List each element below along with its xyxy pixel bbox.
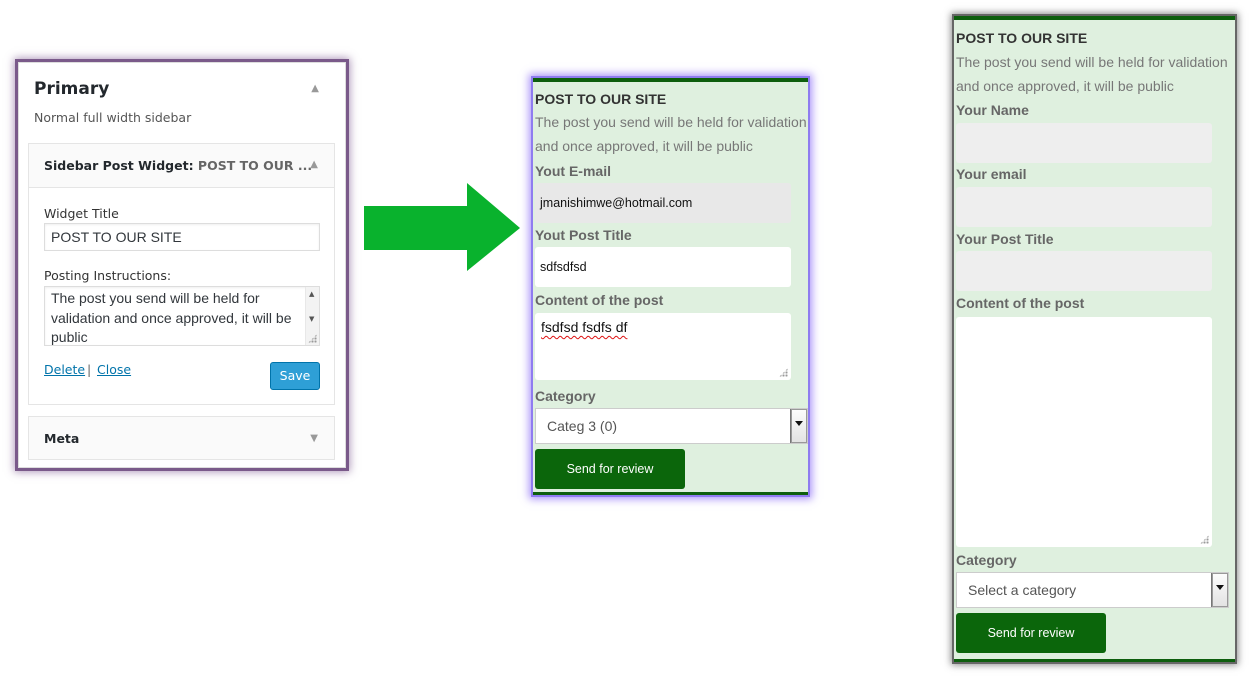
send-for-review-button[interactable]: Send for review — [956, 613, 1106, 653]
content-textarea[interactable]: fsdfsd fsdfs df — [535, 313, 791, 380]
post-title-label: Your Post Title — [956, 231, 1054, 247]
post-title-label: Yout Post Title — [535, 227, 632, 243]
content-text: fsdfsd fsdfs df — [541, 319, 628, 335]
form-title: POST TO OUR SITE — [956, 30, 1088, 46]
posting-instructions-text: The post you send will be held for valid… — [51, 290, 292, 345]
category-selected-value: Categ 3 (0) — [547, 418, 618, 434]
post-title-field[interactable]: sdfsdfsd — [535, 247, 791, 287]
meta-widget-header[interactable]: Meta ▼ — [29, 417, 334, 459]
widget-name: Sidebar Post Widget: POST TO OUR ... — [44, 158, 312, 173]
scroll-down-icon[interactable]: ▼ — [309, 315, 314, 323]
post-title-field[interactable] — [956, 251, 1212, 291]
form-description: The post you send will be held for valid… — [956, 54, 1228, 94]
post-form-filled: POST TO OUR SITE The post you send will … — [533, 78, 808, 495]
triangle-up-icon[interactable]: ▲ — [310, 159, 318, 170]
widget-title-label: Widget Title — [44, 206, 119, 221]
category-select[interactable]: Categ 3 (0) — [535, 408, 808, 444]
content-textarea[interactable] — [956, 317, 1212, 547]
email-field[interactable] — [956, 187, 1212, 227]
chevron-down-icon[interactable] — [1211, 573, 1228, 607]
send-for-review-button[interactable]: Send for review — [535, 449, 685, 489]
triangle-down-icon[interactable]: ▼ — [310, 433, 318, 444]
category-label: Category — [535, 388, 596, 404]
email-label: Yout E-mail — [535, 163, 611, 179]
scroll-up-icon[interactable]: ▲ — [309, 290, 314, 298]
delete-link[interactable]: Delete — [44, 362, 85, 377]
form-title: POST TO OUR SITE — [535, 91, 667, 107]
form-description: The post you send will be held for valid… — [535, 114, 807, 154]
right-arrow-icon — [364, 183, 520, 271]
close-link[interactable]: Close — [97, 362, 131, 377]
content-label: Content of the post — [535, 292, 664, 308]
resize-grip-icon[interactable] — [779, 368, 788, 377]
widget-admin-panel: Primary ▲ Normal full width sidebar Side… — [18, 62, 346, 468]
widget-header[interactable]: Sidebar Post Widget: POST TO OUR ... ▲ — [29, 144, 334, 188]
widget-name-separator: : — [188, 158, 198, 173]
widget-type-label: Sidebar Post Widget — [44, 158, 189, 173]
widget-title-input[interactable]: POST TO OUR SITE — [44, 223, 320, 251]
content-label: Content of the post — [956, 295, 1085, 311]
name-label: Your Name — [956, 102, 1029, 118]
sidebar-area-description: Normal full width sidebar — [34, 110, 192, 125]
email-field[interactable]: jmanishimwe@hotmail.com — [535, 183, 791, 223]
link-separator: | — [87, 362, 92, 377]
triangle-up-icon[interactable]: ▲ — [311, 83, 319, 94]
save-button[interactable]: Save — [270, 362, 320, 390]
resize-grip-icon[interactable] — [1200, 535, 1209, 544]
posting-instructions-label: Posting Instructions: — [44, 268, 172, 283]
category-label: Category — [956, 552, 1017, 568]
category-select[interactable]: Select a category — [956, 572, 1229, 608]
post-form-empty: POST TO OUR SITE The post you send will … — [954, 16, 1235, 662]
meta-widget: Meta ▼ — [28, 416, 335, 460]
sidebar-area: Primary ▲ Normal full width sidebar Side… — [18, 62, 346, 468]
chevron-down-icon[interactable] — [790, 409, 807, 443]
sidebar-area-title: Primary — [34, 79, 110, 99]
name-field[interactable] — [956, 123, 1212, 163]
sidebar-post-widget: Sidebar Post Widget: POST TO OUR ... ▲ W… — [28, 143, 335, 405]
posting-instructions-textarea[interactable]: The post you send will be held for valid… — [44, 286, 320, 346]
widget-title-preview: POST TO OUR ... — [197, 158, 313, 173]
email-label: Your email — [956, 166, 1027, 182]
category-placeholder: Select a category — [968, 582, 1077, 598]
meta-widget-name: Meta — [44, 431, 80, 446]
